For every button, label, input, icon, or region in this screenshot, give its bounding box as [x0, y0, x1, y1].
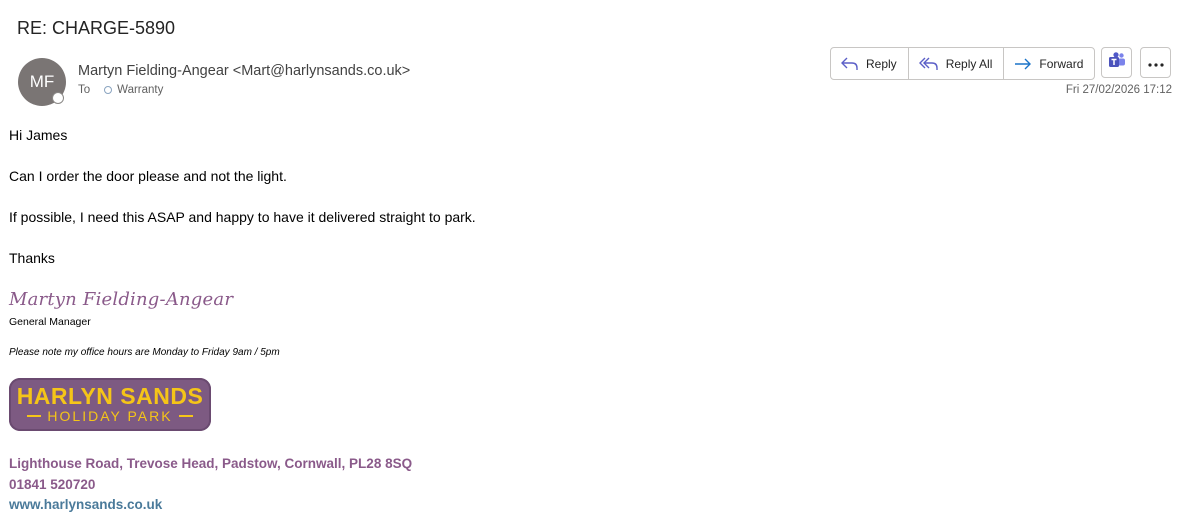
signature-address: Lighthouse Road, Trevose Head, Padstow, …: [9, 456, 413, 471]
reply-all-label: Reply All: [945, 56, 993, 71]
signature-name: Martyn Fielding-Angear: [9, 289, 234, 310]
avatar-initials: MF: [29, 72, 55, 91]
logo-main-text: HARLYN SANDS: [16, 383, 204, 409]
greeting-line: Hi James: [9, 127, 68, 143]
signature-title: General Manager: [9, 316, 91, 328]
reply-all-button[interactable]: Reply All: [909, 48, 1005, 79]
recipient-presence-icon: [104, 86, 113, 94]
logo-divider: [178, 415, 193, 417]
body-line: If possible, I need this ASAP and happy …: [9, 209, 476, 225]
forward-button[interactable]: Forward: [1004, 48, 1094, 79]
message-actions-toolbar: Reply Reply All Forward: [830, 47, 1096, 80]
forward-label: Forward: [1039, 56, 1084, 71]
company-logo: HARLYN SANDS HOLIDAY PARK: [9, 378, 211, 431]
more-options-button[interactable]: [1140, 47, 1171, 78]
message-body: Hi James Can I order the door please and…: [9, 126, 476, 290]
reply-label: Reply: [866, 56, 897, 71]
recipient-name[interactable]: Warranty: [117, 84, 163, 96]
logo-sub-text: HOLIDAY PARK: [47, 408, 173, 424]
recipient-line: To Warranty: [78, 84, 163, 96]
reply-button[interactable]: Reply: [831, 48, 909, 79]
closing-line: Thanks: [9, 250, 55, 266]
reply-all-icon: [918, 57, 939, 71]
signature-phone: 01841 520720: [9, 476, 96, 492]
signature-website-link[interactable]: www.harlynsands.co.uk: [9, 495, 412, 516]
signature-contact: Lighthouse Road, Trevose Head, Padstow, …: [9, 454, 412, 516]
body-line: Can I order the door please and not the …: [9, 168, 287, 184]
presence-status-icon: [52, 92, 64, 104]
logo-divider: [27, 415, 42, 417]
email-subject: RE: CHARGE-5890: [17, 18, 176, 38]
signature-office-hours: Please note my office hours are Monday t…: [9, 347, 280, 358]
teams-icon: [1108, 51, 1126, 74]
more-icon: [1147, 54, 1164, 72]
logo-sub-line: HOLIDAY PARK: [27, 408, 193, 424]
sender-name[interactable]: Martyn Fielding-Angear <Mart@harlynsands…: [78, 63, 410, 79]
received-date: Fri 27/02/2026 17:12: [1065, 84, 1172, 96]
reply-icon: [841, 57, 859, 71]
teams-button[interactable]: [1101, 47, 1132, 78]
to-label: To: [78, 84, 91, 96]
forward-icon: [1014, 57, 1032, 71]
